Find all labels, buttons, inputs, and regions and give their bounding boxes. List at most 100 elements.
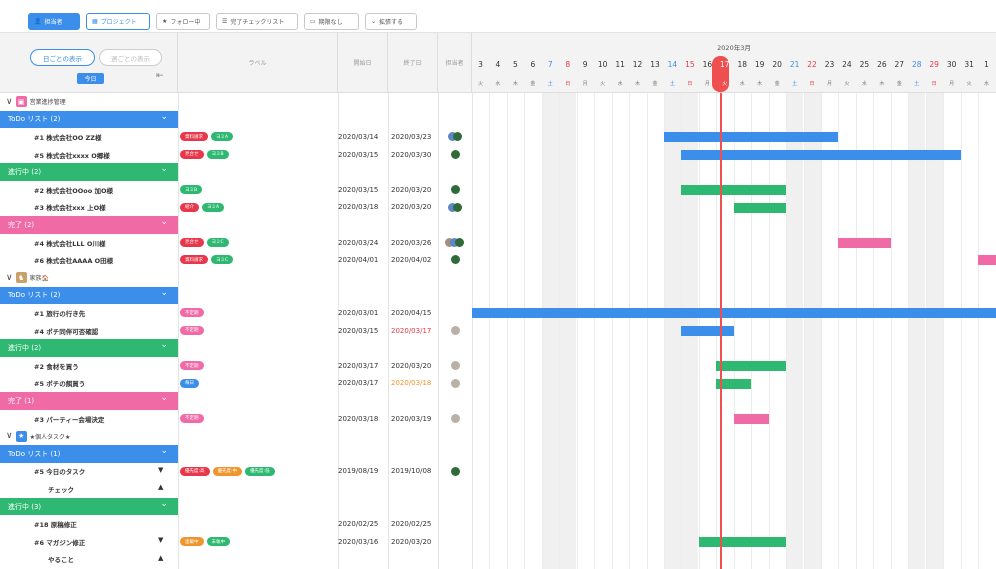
project-row[interactable]: ∨ ▣ 営業進捗管理 (0, 93, 472, 111)
project-header[interactable]: ∨ ▣ 営業進捗管理 (6, 93, 66, 111)
section-header[interactable]: ToDo リスト (2) ⌄ (0, 286, 178, 305)
end-date[interactable]: 2020/03/20 (391, 181, 431, 199)
section-header[interactable]: ToDo リスト (2) ⌄ (0, 110, 178, 129)
label-tag[interactable]: 資料請求 (180, 255, 208, 265)
gantt-bar[interactable] (733, 413, 769, 424)
table-row[interactable]: #3 パーティー会場決定 不定期 2020/03/18 2020/03/19 (0, 410, 472, 428)
end-date[interactable]: 2020/03/20 (391, 199, 431, 217)
task-title[interactable]: #1 旅行の行き先 (34, 304, 85, 322)
label-tag[interactable]: 資料請求 (180, 132, 208, 142)
task-title[interactable]: #5 今日のタスク (34, 463, 85, 481)
label-tag[interactable]: 不定期 (180, 361, 204, 370)
table-row[interactable]: #2 食材を買う 不定期 2020/03/17 2020/03/20 (0, 357, 472, 375)
collapse-icon[interactable]: ▼ (158, 536, 163, 544)
start-date[interactable]: 2020/03/15 (338, 146, 378, 164)
label-tag[interactable]: 不定期 (180, 325, 204, 335)
table-row[interactable]: #3 株式会社xxx 上O様 紹介 ヨミA 2020/03/18 2020/03/20 (0, 199, 472, 217)
avatar[interactable] (455, 237, 464, 247)
collapse-icon[interactable]: ▼ (158, 466, 163, 474)
label-tag[interactable]: 優先度:高 (180, 466, 210, 476)
task-title[interactable]: #4 株式会社LLL O川様 (34, 234, 105, 252)
expand-icon[interactable]: ▲ (158, 483, 163, 491)
today-button[interactable]: 今日 (77, 73, 104, 84)
avatar[interactable] (451, 466, 460, 476)
end-date[interactable]: 2020/04/15 (391, 304, 431, 322)
gantt-bar[interactable] (681, 185, 787, 195)
end-date[interactable]: 2020/03/20 (391, 357, 431, 375)
start-date[interactable]: 2020/04/01 (338, 251, 378, 269)
task-title[interactable]: チェック (48, 480, 74, 498)
section-header[interactable]: 進行中 (2) ⌄ (0, 339, 178, 357)
end-date[interactable]: 2020/02/25 (391, 515, 431, 533)
table-row[interactable]: #5 ポチの餌買う 毎日 2020/03/17 2020/03/18 (0, 375, 472, 393)
table-row[interactable]: #4 ポチ同伴可否確認 不定期 2020/03/15 2020/03/17 (0, 322, 472, 340)
end-date[interactable]: 2020/03/26 (391, 234, 431, 252)
view-by-week-toggle[interactable]: 週ごとの表示 (99, 49, 162, 66)
gantt-bar[interactable] (698, 537, 787, 547)
label-tag[interactable]: ヨミC (206, 237, 229, 247)
task-title[interactable]: #6 マガジン修正 (34, 533, 85, 551)
label-tag[interactable]: 紹介 (180, 202, 199, 212)
task-title[interactable]: #5 ポチの餌買う (34, 375, 85, 393)
end-date[interactable]: 2020/03/19 (391, 410, 431, 428)
chevron-down-icon[interactable]: ⌄ (160, 499, 168, 509)
start-date[interactable]: 2020/03/18 (338, 410, 378, 428)
scroll-to-today-icon[interactable]: ⇤ (156, 71, 164, 81)
chevron-down-icon[interactable]: ⌄ (160, 446, 168, 456)
end-date[interactable]: 2020/03/30 (391, 146, 431, 164)
chevron-down-icon[interactable]: ⌄ (160, 217, 168, 227)
avatar[interactable] (451, 149, 460, 159)
toolbar-button-4[interactable]: ▭ 期限なし (304, 13, 359, 30)
gantt-bar[interactable] (716, 361, 787, 371)
gantt-bar[interactable] (681, 325, 734, 336)
toolbar-button-0[interactable]: 👤 担当者 (28, 13, 80, 30)
task-title[interactable]: #18 原稿修正 (34, 515, 77, 533)
table-row[interactable]: #5 株式会社xxxx O郷様 見合せ ヨミB 2020/03/15 2020/03/3… (0, 146, 472, 164)
label-tag[interactable]: 不定期 (180, 308, 204, 318)
gantt-bar[interactable] (472, 308, 996, 319)
task-title[interactable]: #6 株式会社AAAA O田様 (34, 251, 113, 269)
end-date[interactable]: 2020/03/20 (391, 533, 431, 551)
label-tag[interactable]: 優先度:中 (212, 466, 243, 476)
avatar[interactable] (451, 325, 460, 335)
avatar[interactable] (451, 413, 460, 423)
chevron-down-icon[interactable]: ⌄ (160, 164, 168, 174)
start-date[interactable]: 2020/02/25 (338, 515, 378, 533)
section-header[interactable]: 進行中 (2) ⌄ (0, 163, 178, 181)
project-row[interactable]: ∨ ♞ 家族🏠 (0, 269, 472, 287)
chevron-down-icon[interactable]: ⌄ (160, 288, 168, 298)
label-tag[interactable]: 見合せ (180, 237, 204, 247)
project-row[interactable]: ∨ ★ ★個人タスク★ (0, 427, 472, 445)
label-tag[interactable]: ヨミA (211, 132, 234, 142)
gantt-bar[interactable] (978, 255, 996, 266)
avatar[interactable] (451, 378, 460, 388)
end-date[interactable]: 2020/03/17 (391, 322, 431, 340)
toolbar-button-1[interactable]: ▦ プロジェクト (86, 13, 150, 30)
gantt-bar[interactable] (733, 202, 787, 213)
start-date[interactable]: 2020/03/15 (338, 181, 378, 199)
table-row[interactable]: チェック ▲ (0, 480, 472, 498)
project-header[interactable]: ∨ ♞ 家族🏠 (6, 269, 49, 287)
label-tag[interactable]: ヨミA (202, 202, 225, 212)
section-header[interactable]: 進行中 (3) ⌄ (0, 497, 178, 516)
start-date[interactable]: 2020/03/01 (338, 304, 378, 322)
gantt-bar[interactable] (663, 132, 839, 143)
label-tag[interactable]: 優先度:低 (245, 466, 275, 476)
start-date[interactable]: 2020/03/18 (338, 199, 378, 217)
start-date[interactable]: 2020/03/16 (338, 533, 378, 551)
table-row[interactable]: #4 株式会社LLL O川様 見合せ ヨミC 2020/03/24 2020/03/26 (0, 234, 472, 252)
chevron-down-icon[interactable]: ⌄ (160, 112, 168, 122)
gantt-bar[interactable] (838, 237, 891, 248)
start-date[interactable]: 2020/03/14 (338, 128, 378, 146)
label-tag[interactable]: 見合せ (180, 149, 204, 159)
start-date[interactable]: 2020/03/15 (338, 322, 378, 340)
label-tag[interactable]: ヨミB (206, 149, 229, 159)
gantt-bar[interactable] (681, 149, 961, 160)
table-row[interactable]: #5 今日のタスク ▼ 優先度:高 優先度:中 優先度:低 2019/08/19 2019/… (0, 463, 472, 481)
table-row[interactable]: #1 株式会社OO ZZ様 資料請求 ヨミA 2020/03/14 2020/03/23 (0, 128, 472, 146)
label-tag[interactable]: 不定期 (180, 413, 204, 423)
label-tag[interactable]: ヨミB (180, 185, 203, 194)
task-title[interactable]: #3 株式会社xxx 上O様 (34, 199, 106, 217)
avatar[interactable] (453, 132, 462, 142)
section-header[interactable]: ToDo リスト (1) ⌄ (0, 445, 178, 463)
